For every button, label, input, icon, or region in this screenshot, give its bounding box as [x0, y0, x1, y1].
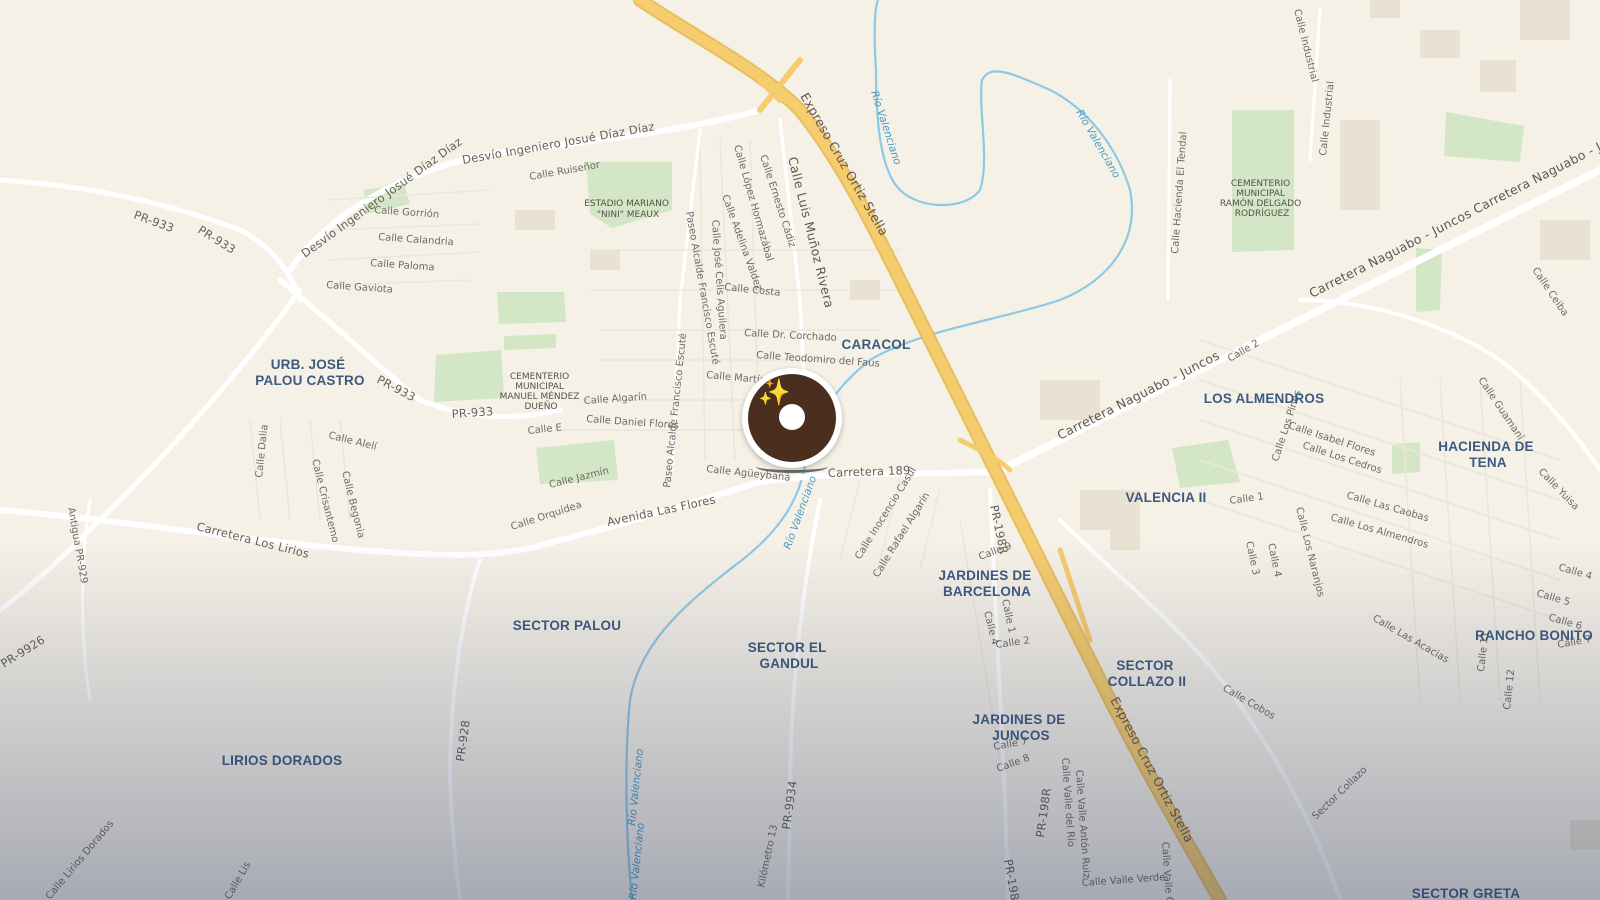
place-valencia-ii[interactable]: VALENCIA II: [1126, 490, 1207, 505]
road-pr9934: [786, 498, 822, 900]
road-label: Carretera Los Lirios: [195, 519, 311, 561]
street-label: Calle Daniel Flores: [586, 414, 680, 431]
place-sector-collazo-ii[interactable]: SECTOR COLLAZO II: [1108, 658, 1187, 689]
poi-cementerio-manuel: CEMENTERIO MUNICIPAL MANUEL MÉNDEZ DUEÑO: [500, 372, 583, 412]
street-label: Calle Begonia: [339, 470, 366, 539]
street-label: Calle Los Naranjos: [1293, 506, 1326, 598]
street-label: Calle Industrial: [1291, 8, 1320, 83]
street-label: Calle Ceiba: [1530, 266, 1571, 319]
street-label: Calle Crisantemo: [309, 458, 340, 544]
street-label: Calle 4: [1265, 542, 1283, 578]
sparkles-icon: ✨: [758, 378, 791, 408]
park-valencia: [1172, 440, 1240, 488]
river-valenciano: [625, 0, 1133, 900]
place-caracol[interactable]: CARACOL: [842, 337, 911, 352]
place-hacienda-de-tena[interactable]: HACIENDA DE TENA: [1438, 439, 1537, 470]
highway: [633, 0, 1227, 900]
place-jardines-de-barcelona[interactable]: JARDINES DE BARCELONA: [939, 568, 1036, 599]
road-industrial: [1308, 8, 1322, 162]
rivers: [625, 0, 1133, 900]
road-labels: Desvío Ingeniero Josué Díaz Díaz Desvío …: [0, 119, 1054, 900]
road-label: PR-933: [451, 404, 494, 421]
place-sector-palou[interactable]: SECTOR PALOU: [513, 618, 621, 633]
road-west-diag: [0, 287, 303, 613]
street-label: Calle Orquídea: [509, 499, 583, 533]
street-label: Calle 3: [1243, 540, 1261, 576]
street-label: Calle Algarín: [583, 391, 647, 407]
road-east-south: [1058, 518, 1342, 900]
road-label: Avenida Las Flores: [606, 492, 717, 529]
street-label: Sector Collazo: [1310, 765, 1369, 823]
street-label: Calle Lirios Dorados: [44, 819, 116, 900]
highway-expreso: [635, 0, 1225, 900]
road-label: PR-9934: [779, 780, 800, 831]
road-label: PR-198R: [1001, 858, 1023, 900]
road-label: PR-9926: [0, 633, 47, 671]
road-label: Desvío Ingeniero Josué Díaz Díaz: [461, 119, 656, 167]
street-label: Calle Las Acacias: [1371, 613, 1451, 666]
highway-label: Carretera Naguabo - Juncos: [1307, 206, 1474, 301]
highway-label: Expreso Cruz Ortiz Stella: [1107, 694, 1197, 845]
street-label: Kilómetro 13: [755, 824, 780, 889]
place-sector-el-gandul[interactable]: SECTOR EL GANDUL: [748, 640, 831, 671]
street-label: Calle Yuisa: [1536, 466, 1581, 512]
park-northeast: [1444, 112, 1524, 162]
poi-estadio: ESTADIO MARIANO "NINI" MEAUX: [584, 199, 672, 220]
road-label: PR-933: [132, 208, 176, 235]
road-label: PR-933: [375, 372, 418, 404]
street-label: Calle 12: [1502, 669, 1517, 711]
street-label: Calle Dalia: [254, 424, 271, 478]
park-cementerio-manuel: [434, 350, 504, 402]
street-label: Calle Valle Co: [1159, 841, 1175, 900]
street-label: Calle 5: [1535, 588, 1571, 608]
river-label: Río Valenciano: [626, 748, 646, 826]
road-carretera-189: [0, 469, 1003, 558]
street-label: Calle Rafael Algarín: [870, 490, 932, 579]
highway-expreso-casing: [633, 0, 1227, 900]
street-label: Calle 4: [1557, 562, 1593, 582]
street-label: Calle 8: [995, 753, 1031, 775]
place-lirios-dorados[interactable]: LIRIOS DORADOS: [222, 753, 343, 768]
street-label: Calle 1: [999, 598, 1017, 634]
street-label: Calle Industrial: [1318, 81, 1337, 157]
map-canvas[interactable]: Expreso Cruz Ortiz Stella Expreso Cruz O…: [0, 0, 1600, 900]
place-rancho-bonito[interactable]: RANCHO BONITO: [1475, 628, 1593, 643]
location-marker[interactable]: ✨: [742, 368, 850, 476]
river-label: Río Valenciano: [627, 822, 647, 900]
road-pr933-west: [0, 177, 303, 303]
street-label: Calle Alelí: [327, 429, 379, 453]
road-hacienda-tendal: [1166, 78, 1172, 302]
street-label: Calle E: [527, 422, 562, 437]
street-label: Paseo Alcalde Francisco Escuté: [661, 333, 689, 489]
street-label: Calle Hacienda El Tendal: [1170, 131, 1190, 254]
street-label: Calle 2: [1226, 338, 1261, 365]
place-sector-greta[interactable]: SECTOR GRETA: [1412, 886, 1520, 900]
park-small-1: [504, 334, 556, 350]
street-label: Calle Gorrión: [374, 204, 440, 221]
street-label: Calle Paloma: [370, 258, 435, 273]
place-jardines-de-juncos[interactable]: JARDINES DE JUNCOS: [973, 712, 1070, 743]
river-label: Río Valenciano: [1073, 108, 1122, 181]
street-label: Calle Calandria: [378, 232, 454, 248]
street-label: Calle Lis: [223, 860, 253, 900]
street-label: Calle 2: [995, 635, 1031, 651]
street-label: Calle Valle Antón Ruiz: [1073, 769, 1093, 878]
street-label: Calle Valle Verde: [1081, 872, 1165, 889]
street-label: Calle 1: [1229, 491, 1265, 507]
park-field: [497, 292, 566, 324]
place-los-almendros[interactable]: LOS ALMENDROS: [1204, 391, 1325, 406]
street-label: Calle Costa: [724, 282, 781, 299]
place-urb-jose-palou-castro[interactable]: URB. JOSÉ PALOU CASTRO: [255, 357, 364, 388]
river-label: Río Valenciano: [868, 89, 903, 166]
road-label: PR-198R: [1033, 787, 1054, 838]
street-label: Calle Teodomiro del Faus: [756, 350, 880, 370]
road-label: PR-928: [453, 719, 473, 762]
